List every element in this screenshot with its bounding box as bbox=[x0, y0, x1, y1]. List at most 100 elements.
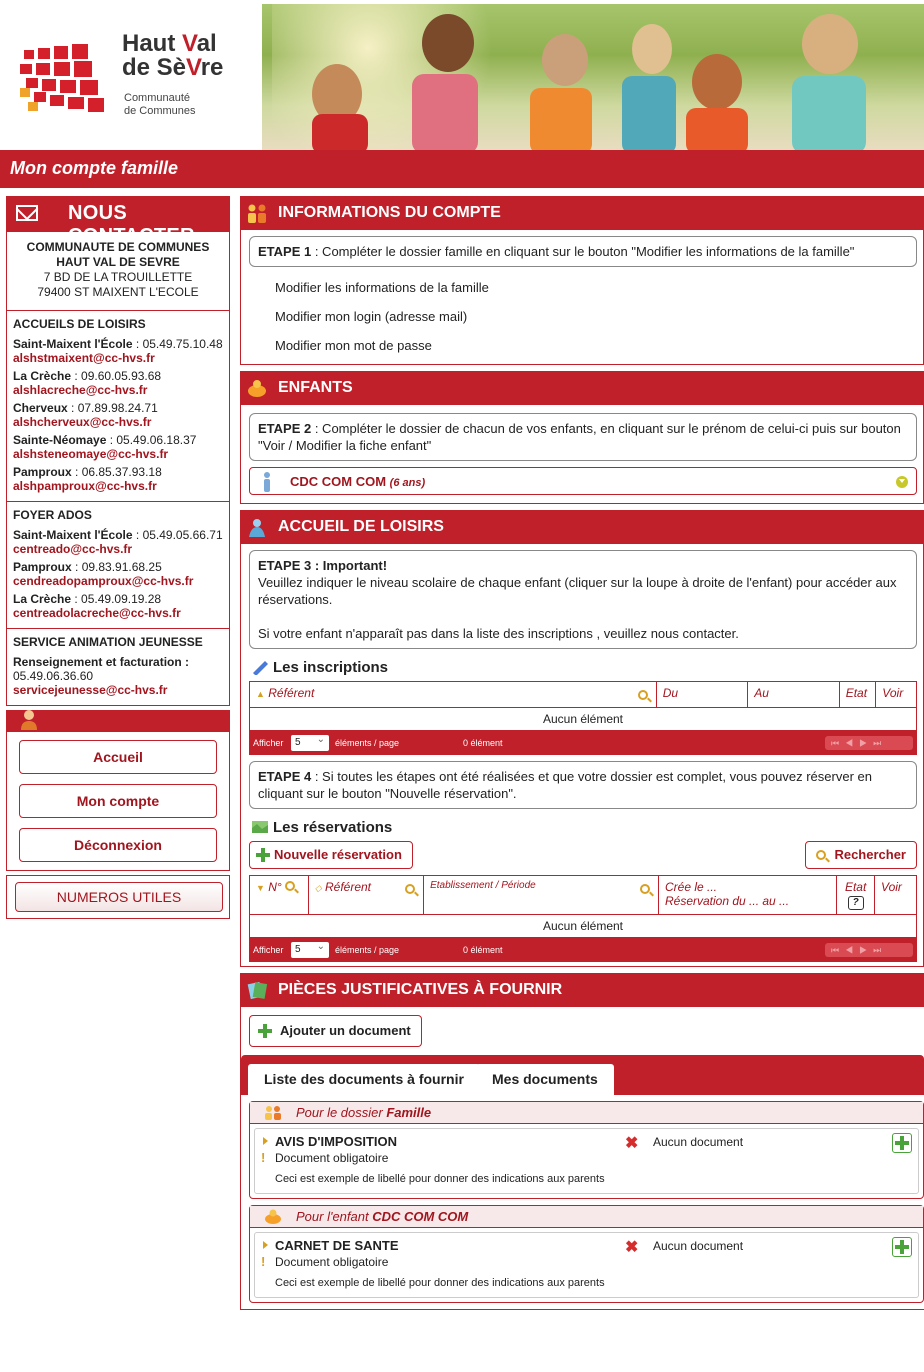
search-icon[interactable] bbox=[639, 884, 650, 894]
mon-compte-button[interactable]: Mon compte bbox=[19, 784, 217, 818]
logo-sub-line2: de Communes bbox=[124, 105, 196, 117]
search-icon bbox=[816, 850, 827, 860]
contact-entry: Cherveux : 07.89.98.24.71 bbox=[13, 401, 158, 415]
email-link[interactable]: centreado@cc-hvs.fr bbox=[13, 542, 225, 556]
documents-tabs: Liste des documents à fournir Mes docume… bbox=[241, 1055, 924, 1096]
email-link[interactable]: cendreadopamproux@cc-hvs.fr bbox=[13, 574, 225, 588]
col-etablissement[interactable]: Etablissement / Période bbox=[423, 875, 659, 915]
logo-sub-line1: Communauté bbox=[124, 92, 191, 104]
numeros-box: NUMEROS UTILES bbox=[6, 875, 230, 919]
reservations-pager: Afficher 5 éléments / page 0 élément ⏮◀▶… bbox=[249, 938, 917, 962]
empty-row: Aucun élément bbox=[249, 914, 917, 938]
logo-subtitle: Communauté de Communes bbox=[124, 92, 196, 118]
group-header-famille: Pour le dossier Famille bbox=[250, 1102, 923, 1124]
contact-entry: Pamproux : 06.85.37.93.18 bbox=[13, 465, 162, 479]
document-description: Ceci est exemple de libellé pour donner … bbox=[275, 1173, 605, 1185]
document-required: Document obligatoire bbox=[261, 1254, 388, 1269]
group-famille: Pour le dossier Famille AVIS D'IMPOSITIO… bbox=[249, 1101, 924, 1199]
email-link[interactable]: alshpamproux@cc-hvs.fr bbox=[13, 479, 225, 493]
email-link[interactable]: alshstmaixent@cc-hvs.fr bbox=[13, 351, 225, 365]
etape-3-box: ETAPE 3 : Important! Veuillez indiquer l… bbox=[249, 550, 917, 649]
org-line2: HAUT VAL DE SEVRE bbox=[56, 255, 180, 269]
expand-icon[interactable] bbox=[896, 476, 908, 488]
panel-body-infos: ETAPE 1 : Compléter le dossier famille e… bbox=[240, 230, 924, 365]
col-referent[interactable]: ▲ Référent bbox=[249, 681, 657, 708]
plus-icon bbox=[258, 1024, 272, 1038]
email-link[interactable]: alshlacreche@cc-hvs.fr bbox=[13, 383, 225, 397]
map-icon bbox=[252, 821, 268, 833]
tab-mes-documents[interactable]: Mes documents bbox=[476, 1064, 614, 1096]
header-banner-image bbox=[262, 4, 924, 150]
etape-2-box: ETAPE 2 : Compléter le dossier de chacun… bbox=[249, 413, 917, 461]
add-document-button[interactable] bbox=[892, 1133, 912, 1153]
child-name[interactable]: CDC COM COM (6 ans) bbox=[290, 474, 425, 489]
search-icon[interactable] bbox=[637, 690, 648, 700]
col-etat[interactable]: Etat? bbox=[836, 875, 876, 915]
etape-4-box: ETAPE 4 : Si toutes les étapes ont été r… bbox=[249, 761, 917, 809]
contact-section-foyer: FOYER ADOS Saint-Maixent l'École : 05.49… bbox=[7, 502, 229, 629]
panel-body-accueil: ETAPE 3 : Important! Veuillez indiquer l… bbox=[240, 544, 924, 967]
search-icon[interactable] bbox=[405, 884, 416, 894]
add-document-button[interactable] bbox=[892, 1237, 912, 1257]
contact-entry: Pamproux : 09.83.91.68.25 bbox=[13, 560, 162, 574]
pager-label: Afficher bbox=[253, 738, 284, 748]
ajouter-document-button[interactable]: Ajouter un document bbox=[249, 1015, 422, 1047]
email-link[interactable]: alshsteneomaye@cc-hvs.fr bbox=[13, 447, 225, 461]
family-icon bbox=[248, 204, 266, 223]
group-header-enfant: Pour l'enfant CDC COM COM bbox=[250, 1206, 923, 1228]
leisure-icon bbox=[249, 519, 265, 537]
rechercher-button[interactable]: Rechercher bbox=[805, 841, 917, 869]
left-sidebar: NOUS CONTACTER COMMUNAUTE DE COMMUNES HA… bbox=[6, 196, 230, 919]
page-size-select[interactable]: 5 bbox=[291, 939, 329, 958]
logo-word-al: al bbox=[196, 30, 217, 57]
search-icon[interactable] bbox=[284, 881, 295, 891]
addr-line1: 7 BD DE LA TROUILLETTE bbox=[43, 270, 193, 284]
nouvelle-reservation-button[interactable]: Nouvelle réservation bbox=[249, 841, 413, 869]
col-etat[interactable]: Etat bbox=[838, 681, 877, 708]
nav-buttons: Accueil Mon compte Déconnexion bbox=[6, 732, 230, 871]
panel-body-enfants: ETAPE 2 : Compléter le dossier de chacun… bbox=[240, 405, 924, 504]
document-status: Aucun document bbox=[653, 1135, 744, 1149]
email-link[interactable]: centreadolacreche@cc-hvs.fr bbox=[13, 606, 225, 620]
pager-count: 0 élément bbox=[463, 945, 503, 955]
col-cree[interactable]: Crée le ... Réservation du ... au ... bbox=[657, 875, 838, 915]
modify-login-link[interactable]: Modifier mon login (adresse mail) bbox=[249, 302, 917, 331]
col-num[interactable]: ▼ N° bbox=[249, 875, 309, 915]
panel-title: ENFANTS bbox=[278, 379, 353, 396]
help-icon[interactable]: ? bbox=[847, 896, 864, 910]
logo[interactable]: Haut Val de SèVre Communauté de Communes bbox=[18, 10, 258, 140]
modify-family-link[interactable]: Modifier les informations de la famille bbox=[249, 273, 917, 302]
pager-nav[interactable]: ⏮◀▶⏭ bbox=[825, 943, 913, 957]
saj-label: Renseignement et facturation : bbox=[13, 655, 190, 669]
document-row: CARNET DE SANTE Document obligatoire Cec… bbox=[254, 1232, 919, 1298]
logo-word-haut: Haut bbox=[122, 30, 176, 57]
col-du[interactable]: Du bbox=[655, 681, 749, 708]
contact-section-saj: SERVICE ANIMATION JEUNESSE Renseignement… bbox=[7, 629, 229, 705]
inscriptions-table: ▲ Référent Du Au Etat Voir Aucun élément bbox=[249, 681, 917, 731]
contact-header: NOUS CONTACTER bbox=[6, 196, 230, 247]
pager-elements: éléments / page bbox=[335, 945, 400, 955]
panel-title: ACCUEIL DE LOISIRS bbox=[278, 518, 444, 535]
page-size-select[interactable]: 5 bbox=[291, 732, 329, 751]
contact-entry: La Crèche : 05.49.09.19.28 bbox=[13, 592, 162, 606]
tab-liste-documents[interactable]: Liste des documents à fournir bbox=[248, 1064, 480, 1096]
panel-header-enfants: ENFANTS bbox=[240, 371, 924, 405]
modify-password-link[interactable]: Modifier mon mot de passe bbox=[249, 331, 917, 360]
accueil-button[interactable]: Accueil bbox=[19, 740, 217, 774]
col-referent[interactable]: ◇ Référent bbox=[307, 875, 425, 915]
col-au[interactable]: Au bbox=[747, 681, 840, 708]
document-name: CARNET DE SANTE bbox=[263, 1238, 399, 1253]
pager-nav[interactable]: ⏮◀▶⏭ bbox=[825, 736, 913, 750]
document-row: AVIS D'IMPOSITION Document obligatoire C… bbox=[254, 1128, 919, 1194]
panel-title: INFORMATIONS DU COMPTE bbox=[278, 204, 501, 221]
numeros-utiles-button[interactable]: NUMEROS UTILES bbox=[15, 882, 223, 912]
email-link[interactable]: servicejeunesse@cc-hvs.fr bbox=[13, 683, 225, 697]
email-link[interactable]: alshcherveux@cc-hvs.fr bbox=[13, 415, 225, 429]
pager-label: Afficher bbox=[253, 945, 284, 955]
contact-box: COMMUNAUTE DE COMMUNES HAUT VAL DE SEVRE… bbox=[6, 232, 230, 706]
user-bar bbox=[6, 710, 230, 732]
site-header: Haut Val de SèVre Communauté de Communes… bbox=[0, 0, 924, 188]
missing-x-icon: ✖ bbox=[625, 1239, 639, 1256]
deconnexion-button[interactable]: Déconnexion bbox=[19, 828, 217, 862]
child-row[interactable]: CDC COM COM (6 ans) bbox=[249, 467, 917, 495]
